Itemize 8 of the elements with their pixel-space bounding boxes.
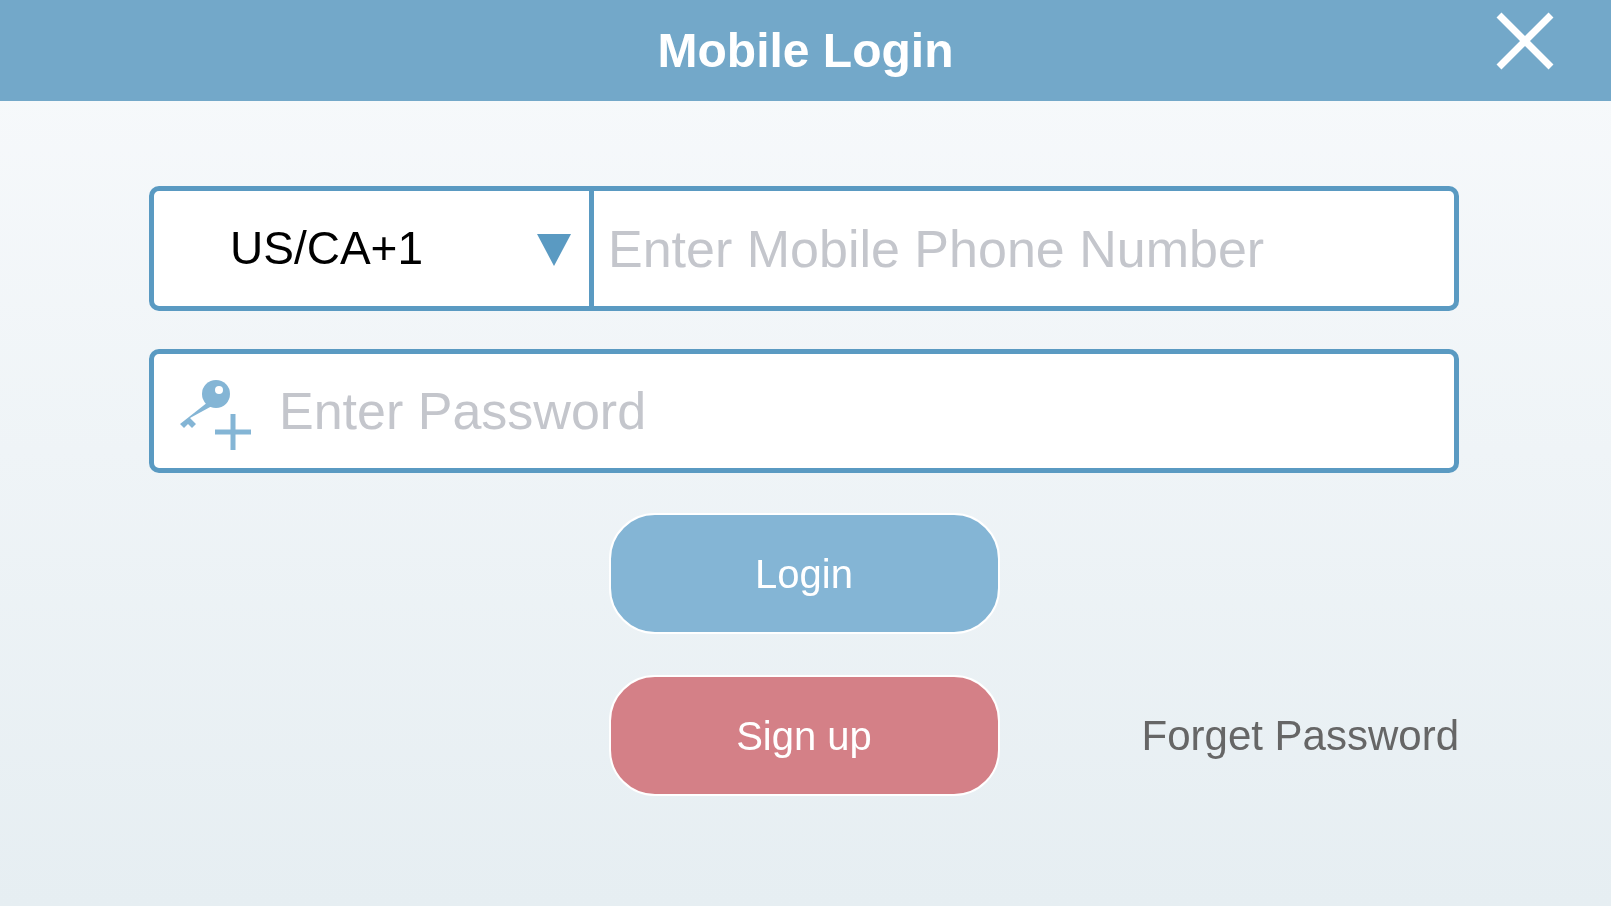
forget-password-link[interactable]: Forget Password xyxy=(1141,704,1459,767)
country-code-select[interactable]: US/CA+1 xyxy=(149,186,594,311)
phone-number-field[interactable]: Enter Mobile Phone Number xyxy=(594,186,1459,311)
sign-up-button[interactable]: Sign up xyxy=(608,675,1000,796)
window-title: Mobile Login xyxy=(657,22,954,79)
dropdown-triangle-icon xyxy=(537,231,571,266)
close-icon xyxy=(1495,11,1555,71)
password-field[interactable]: Enter Password xyxy=(149,349,1459,473)
